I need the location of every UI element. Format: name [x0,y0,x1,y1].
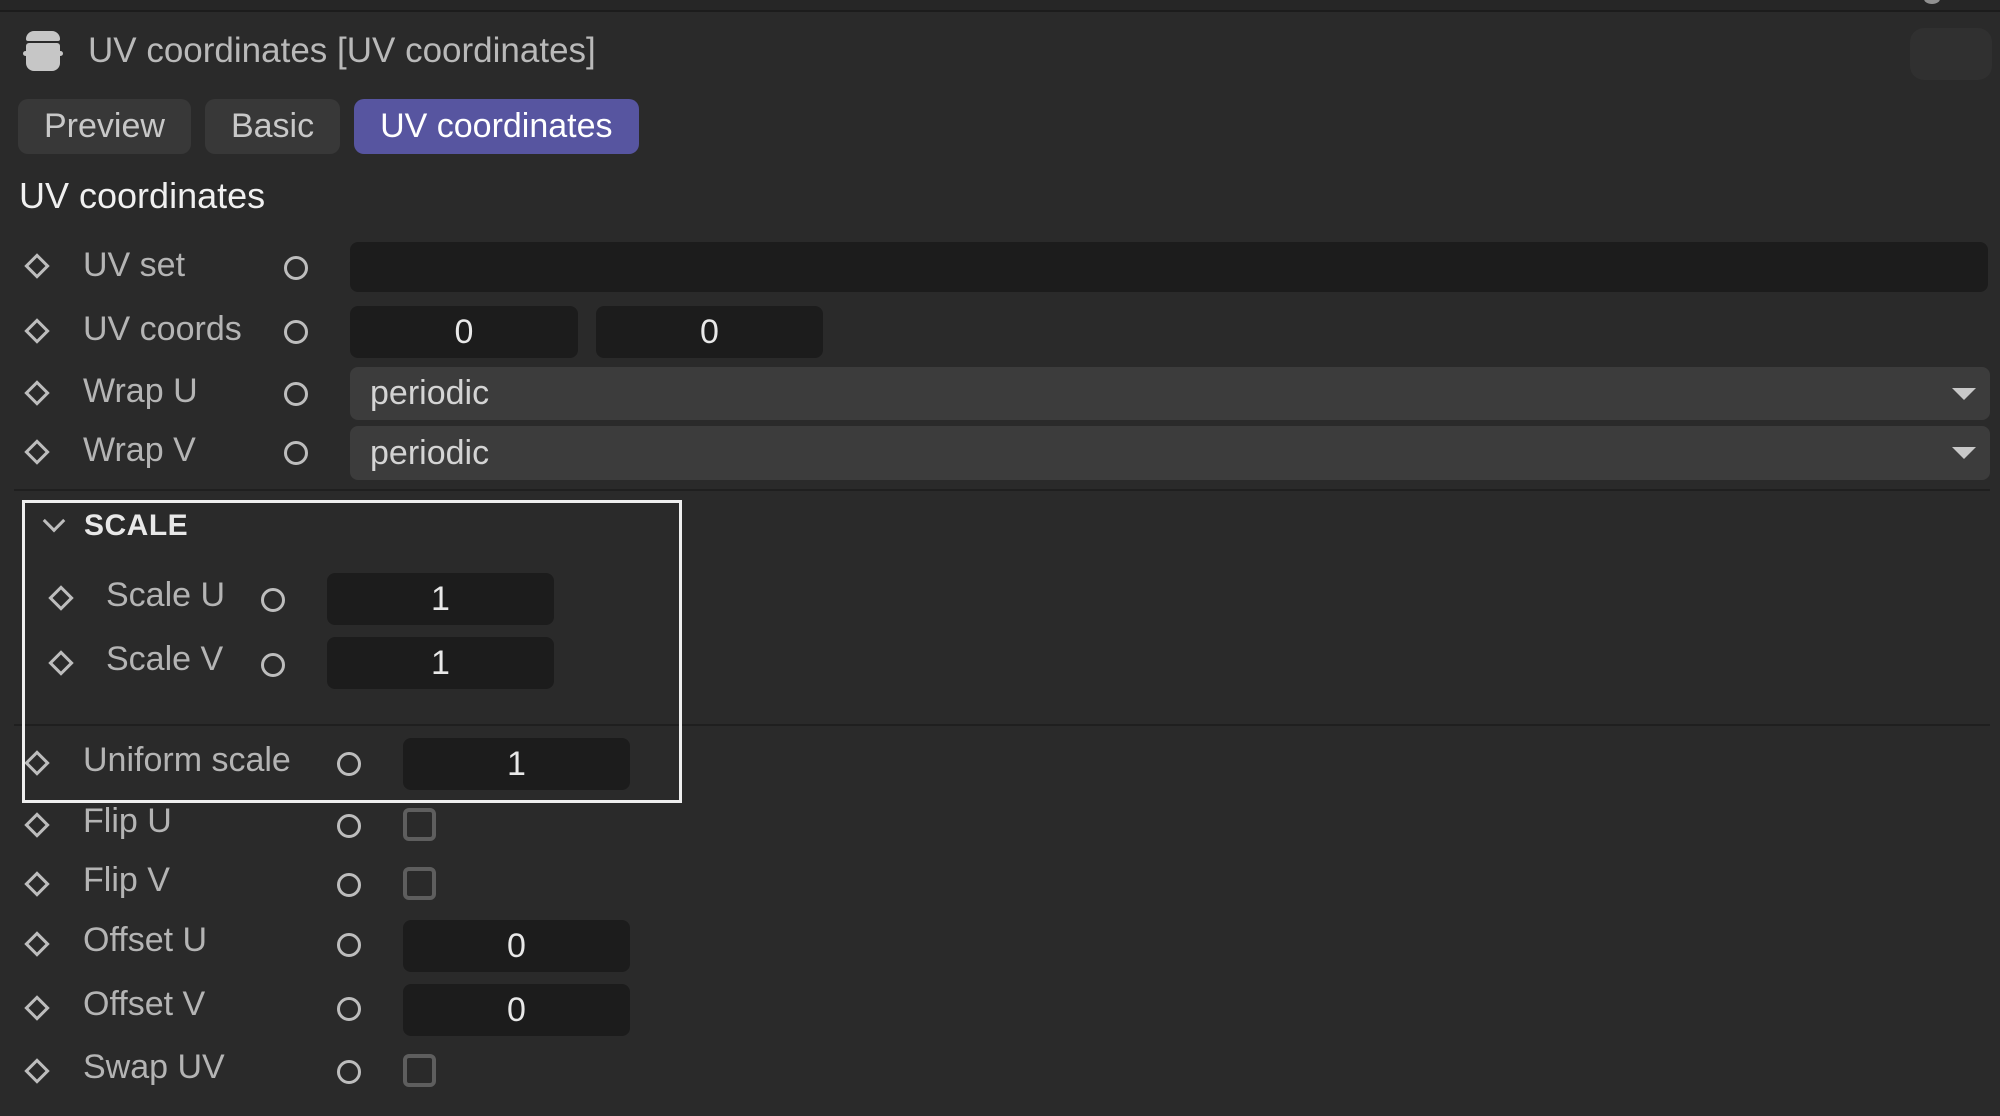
param-row-flip-u: Flip U [0,800,2000,850]
node-header: UV coordinates [UV coordinates] [23,28,596,74]
swap-uv-checkbox[interactable] [403,1054,436,1087]
animation-circle-icon[interactable] [284,382,308,406]
wrap-v-dropdown[interactable]: periodic [350,426,1990,480]
animation-circle-icon[interactable] [337,752,361,776]
top-bar [0,0,2000,12]
param-label: Flip U [83,802,172,840]
flip-u-checkbox[interactable] [403,808,436,841]
param-row-wrap-u: Wrap U periodic [0,367,2000,420]
tab-basic[interactable]: Basic [204,99,341,154]
param-row-scale-u: Scale U 1 [0,573,2000,625]
wrap-u-dropdown[interactable]: periodic [350,367,1990,420]
separator [14,489,1990,491]
dropdown-value: periodic [370,433,490,472]
keyframe-diamond-icon[interactable] [24,812,50,838]
param-row-uv-coords: UV coords 0 0 [0,306,2000,358]
dropdown-arrow-icon [1952,447,1976,459]
param-row-scale-v: Scale V 1 [0,637,2000,689]
param-row-flip-v: Flip V [0,859,2000,909]
scale-u-input[interactable]: 1 [327,573,554,625]
animation-circle-icon[interactable] [284,441,308,465]
param-label: Scale V [106,640,224,678]
param-row-uniform-scale: Uniform scale 1 [0,738,2000,790]
param-label: Wrap U [83,372,198,410]
dropdown-arrow-icon [1952,387,1976,400]
keyframe-diamond-icon[interactable] [48,650,74,676]
keyframe-diamond-icon[interactable] [24,380,50,406]
tab-bar: Preview Basic UV coordinates [18,99,639,154]
param-label: Wrap V [83,431,196,469]
tab-preview[interactable]: Preview [18,99,191,154]
scale-group-title: SCALE [84,509,189,542]
keyframe-diamond-icon[interactable] [24,871,50,897]
section-title: UV coordinates [19,175,266,216]
flip-v-checkbox[interactable] [403,867,436,900]
param-row-wrap-v: Wrap V periodic [0,426,2000,480]
animation-circle-icon[interactable] [284,320,308,344]
param-label: Uniform scale [83,741,291,779]
keyframe-diamond-icon[interactable] [48,585,74,611]
param-label: UV set [83,246,186,284]
node-title: UV coordinates [UV coordinates] [88,31,596,70]
offset-v-input[interactable]: 0 [403,984,630,1036]
tab-uv-coordinates[interactable]: UV coordinates [354,99,639,154]
animation-circle-icon[interactable] [284,256,308,280]
animation-circle-icon[interactable] [337,997,361,1021]
panel-options-button[interactable] [1910,28,1992,80]
keyframe-diamond-icon[interactable] [24,318,50,344]
param-label: UV coords [83,310,242,348]
keyframe-diamond-icon[interactable] [24,995,50,1021]
animation-circle-icon[interactable] [337,873,361,897]
animation-circle-icon[interactable] [261,653,285,677]
param-label: Offset U [83,921,208,959]
param-row-offset-u: Offset U 0 [0,919,2000,972]
param-label: Scale U [106,576,226,614]
dropdown-value: periodic [370,374,490,412]
material-node-icon [23,29,63,73]
keyframe-diamond-icon[interactable] [24,750,50,776]
scale-v-input[interactable]: 1 [327,637,554,689]
param-label: Flip V [83,861,170,899]
uniform-scale-input[interactable]: 1 [403,738,630,790]
param-row-swap-uv: Swap UV [0,1046,2000,1096]
separator [14,724,1990,726]
animation-circle-icon[interactable] [261,588,285,612]
param-row-offset-v: Offset V 0 [0,983,2000,1036]
animation-circle-icon[interactable] [337,933,361,957]
animation-circle-icon[interactable] [337,1060,361,1084]
uv-coords-u-input[interactable]: 0 [350,306,578,358]
uv-coords-v-input[interactable]: 0 [596,306,823,358]
param-label: Offset V [83,985,206,1023]
param-label: Swap UV [83,1048,225,1086]
param-row-uv-set: UV set [0,242,2000,292]
keyframe-diamond-icon[interactable] [24,1058,50,1084]
offset-u-input[interactable]: 0 [403,920,630,972]
uv-set-input[interactable] [350,242,1988,292]
keyframe-diamond-icon[interactable] [24,931,50,957]
chevron-down-icon [42,509,66,533]
keyframe-diamond-icon[interactable] [24,253,50,279]
animation-circle-icon[interactable] [337,814,361,838]
scale-group-header[interactable]: SCALE [42,505,188,547]
window-control-dot[interactable] [1924,0,1940,4]
keyframe-diamond-icon[interactable] [24,439,50,465]
